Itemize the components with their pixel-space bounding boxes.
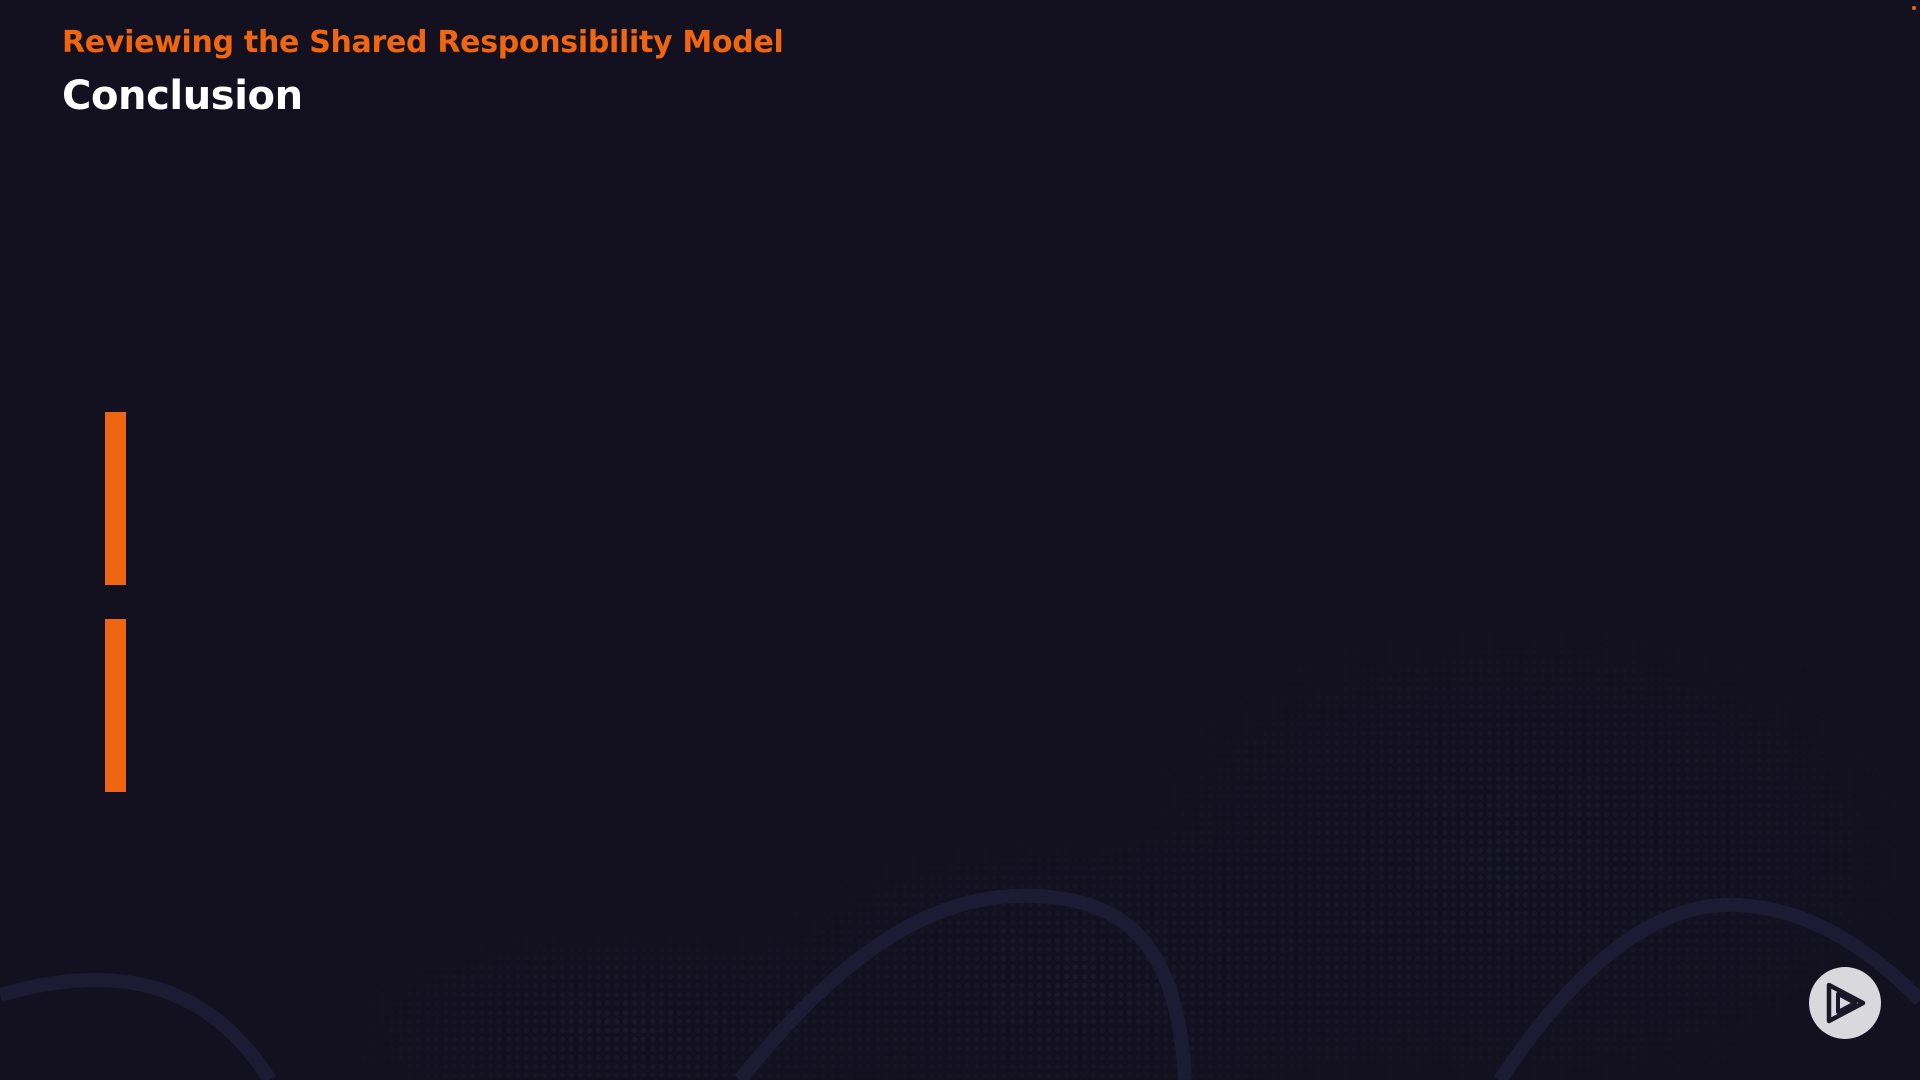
accent-bar-1: [105, 412, 126, 585]
play-logo-icon: [1826, 982, 1866, 1024]
background-wave-pattern: [0, 0, 1920, 1080]
slide: Reviewing the Shared Responsibility Mode…: [0, 0, 1920, 1080]
corner-dot: [1912, 6, 1916, 10]
slide-title: Conclusion: [62, 73, 303, 119]
slide-header: Reviewing the Shared Responsibility Mode…: [62, 22, 784, 124]
slide-subtitle: Reviewing the Shared Responsibility Mode…: [62, 25, 784, 60]
pluralsight-logo-button[interactable]: [1809, 967, 1881, 1039]
accent-bar-2: [105, 619, 126, 792]
